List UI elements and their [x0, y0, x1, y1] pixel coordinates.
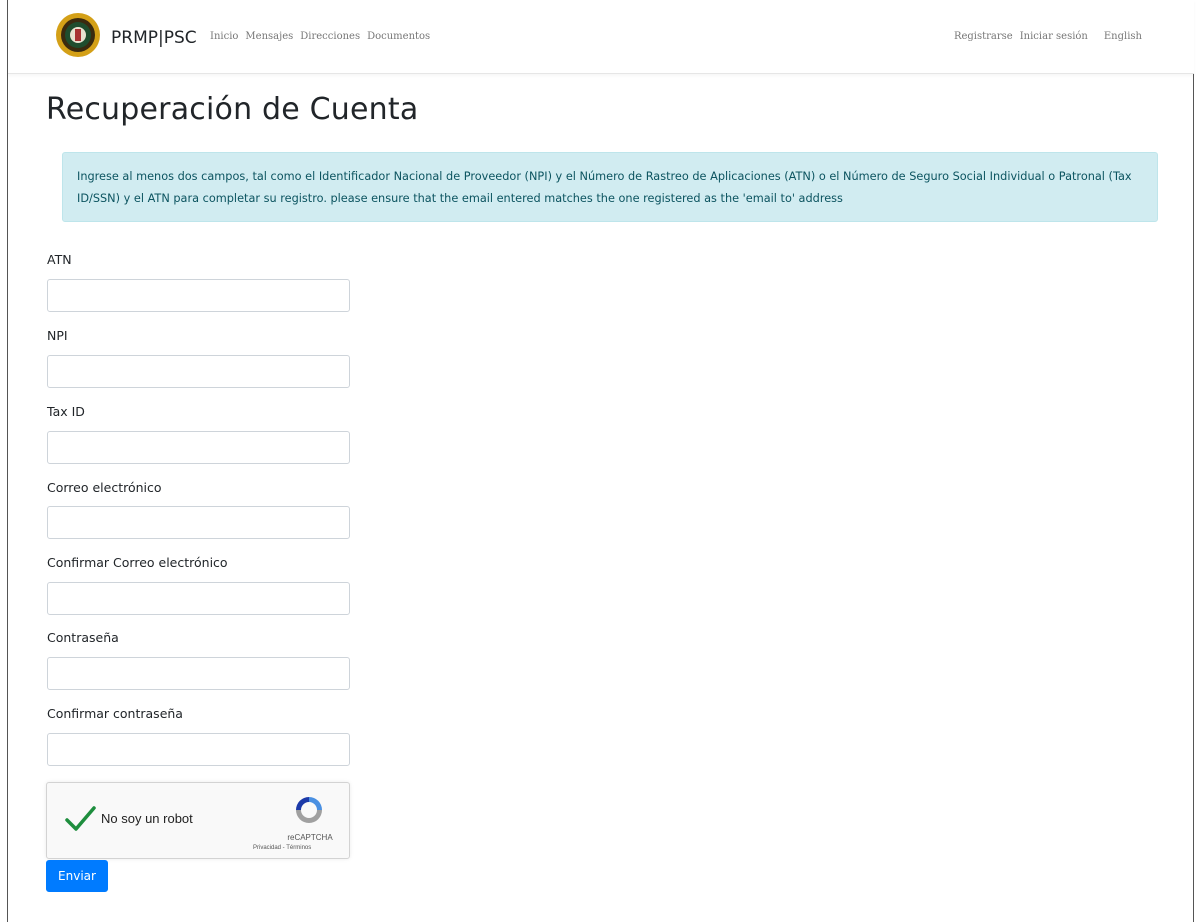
top-navbar: PRMP|PSC Inicio Mensajes Direcciones Doc…	[8, 0, 1194, 74]
recaptcha-brand: reCAPTCHA	[287, 833, 333, 842]
recaptcha-label: No soy un robot	[101, 811, 193, 826]
nav-inicio-link[interactable]: Inicio	[210, 31, 238, 42]
recaptcha-widget: No soy un robot reCAPTCHA Privacidad - T…	[46, 782, 350, 859]
submit-button[interactable]: Enviar	[46, 860, 108, 892]
login-link[interactable]: Iniciar sesión	[1020, 31, 1088, 42]
nav-direcciones-link[interactable]: Direcciones	[300, 31, 360, 42]
nav-mensajes-link[interactable]: Mensajes	[245, 31, 293, 42]
confirm-email-input[interactable]	[47, 582, 350, 615]
brand-name[interactable]: PRMP|PSC	[111, 28, 197, 48]
taxid-input[interactable]	[47, 431, 350, 464]
page-title: Recuperación de Cuenta	[46, 92, 419, 127]
info-alert: Ingrese al menos dos campos, tal como el…	[62, 152, 1158, 222]
password-label: Contraseña	[47, 630, 119, 645]
confirm-password-input[interactable]	[47, 733, 350, 766]
email-input[interactable]	[47, 506, 350, 539]
language-english-link[interactable]: English	[1104, 31, 1142, 42]
recaptcha-privacy-links[interactable]: Privacidad - Términos	[253, 845, 311, 851]
recaptcha-logo-icon	[296, 797, 322, 823]
primary-nav: Inicio Mensajes Direcciones Documentos	[210, 31, 437, 42]
taxid-label: Tax ID	[47, 404, 85, 419]
npi-input[interactable]	[47, 355, 350, 388]
npi-label: NPI	[47, 328, 68, 343]
checkmark-icon[interactable]	[64, 805, 96, 833]
register-link[interactable]: Registrarse	[954, 31, 1013, 42]
atn-input[interactable]	[47, 279, 350, 312]
atn-label: ATN	[47, 252, 72, 267]
nav-documentos-link[interactable]: Documentos	[367, 31, 430, 42]
puerto-rico-seal-logo[interactable]	[48, 11, 108, 59]
account-nav: Registrarse Iniciar sesión English	[947, 31, 1142, 42]
confirm-password-label: Confirmar contraseña	[47, 706, 183, 721]
confirm-email-label: Confirmar Correo electrónico	[47, 555, 228, 570]
email-label: Correo electrónico	[47, 480, 162, 495]
password-input[interactable]	[47, 657, 350, 690]
